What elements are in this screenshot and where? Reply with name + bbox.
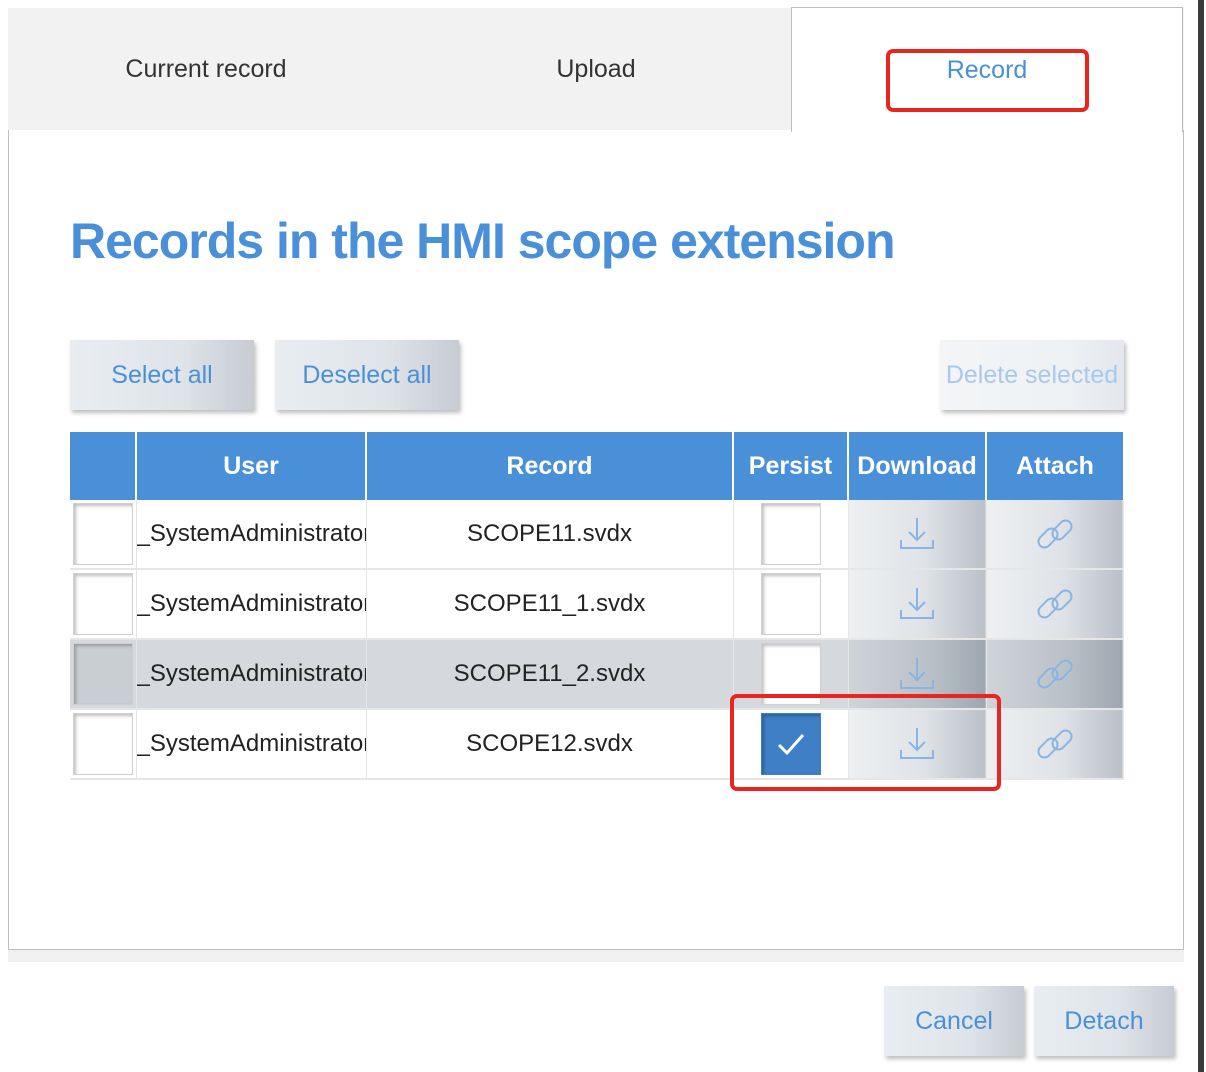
download-icon <box>900 588 934 619</box>
row-select-checkbox[interactable] <box>72 643 133 705</box>
row-select-checkbox[interactable] <box>72 573 133 635</box>
table-row[interactable]: _SystemAdministrator SCOPE11.svdx <box>70 500 1124 570</box>
row-select-cell <box>70 709 137 780</box>
detach-button[interactable]: Detach <box>1034 986 1174 1056</box>
tab-upload[interactable]: Upload <box>404 8 788 130</box>
persist-checkbox[interactable] <box>760 573 821 635</box>
attach-button[interactable] <box>986 709 1124 780</box>
select-all-button[interactable]: Select all <box>70 340 254 410</box>
page-title: Records in the HMI scope extension <box>70 213 896 269</box>
tab-current-record[interactable]: Current record <box>8 8 404 130</box>
deselect-all-button[interactable]: Deselect all <box>275 340 459 410</box>
attach-button[interactable] <box>986 639 1124 710</box>
link-icon <box>1036 519 1073 549</box>
highlight-persist-download <box>730 694 1001 791</box>
table-header: User Record Persist Download Attach <box>70 432 1123 500</box>
persist-cell <box>733 500 849 570</box>
header-select <box>70 432 137 500</box>
record-cell: SCOPE11_2.svdx <box>366 639 734 710</box>
table-row[interactable]: _SystemAdministrator SCOPE11_1.svdx <box>70 569 1124 640</box>
user-cell: _SystemAdministrator <box>136 500 367 570</box>
row-select-cell <box>70 569 137 640</box>
record-cell: SCOPE11_1.svdx <box>366 569 734 640</box>
record-cell: SCOPE11.svdx <box>366 500 734 570</box>
row-select-cell <box>70 500 137 570</box>
attach-button[interactable] <box>986 569 1124 640</box>
row-select-cell <box>70 639 137 710</box>
header-download: Download <box>848 432 987 500</box>
download-icon <box>900 518 934 549</box>
attach-button[interactable] <box>986 500 1124 570</box>
header-record: Record <box>366 432 734 500</box>
link-icon <box>1036 659 1073 689</box>
panel-divider <box>8 950 1184 962</box>
header-user: User <box>136 432 367 500</box>
row-select-checkbox[interactable] <box>72 713 133 775</box>
row-select-checkbox[interactable] <box>72 503 133 565</box>
highlight-record-tab <box>886 49 1089 112</box>
download-icon <box>900 658 934 689</box>
link-icon <box>1036 589 1073 619</box>
user-cell: _SystemAdministrator <box>136 569 367 640</box>
delete-selected-button[interactable]: Delete selected <box>940 340 1124 410</box>
cancel-button[interactable]: Cancel <box>884 986 1024 1056</box>
download-button[interactable] <box>848 500 987 570</box>
window-edge <box>1195 0 1206 1072</box>
header-attach: Attach <box>986 432 1123 500</box>
record-cell: SCOPE12.svdx <box>366 709 734 780</box>
link-icon <box>1036 729 1073 759</box>
download-button[interactable] <box>848 569 987 640</box>
persist-checkbox[interactable] <box>760 503 821 565</box>
user-cell: _SystemAdministrator <box>136 709 367 780</box>
user-cell: _SystemAdministrator <box>136 639 367 710</box>
header-persist: Persist <box>733 432 849 500</box>
persist-cell <box>733 569 849 640</box>
